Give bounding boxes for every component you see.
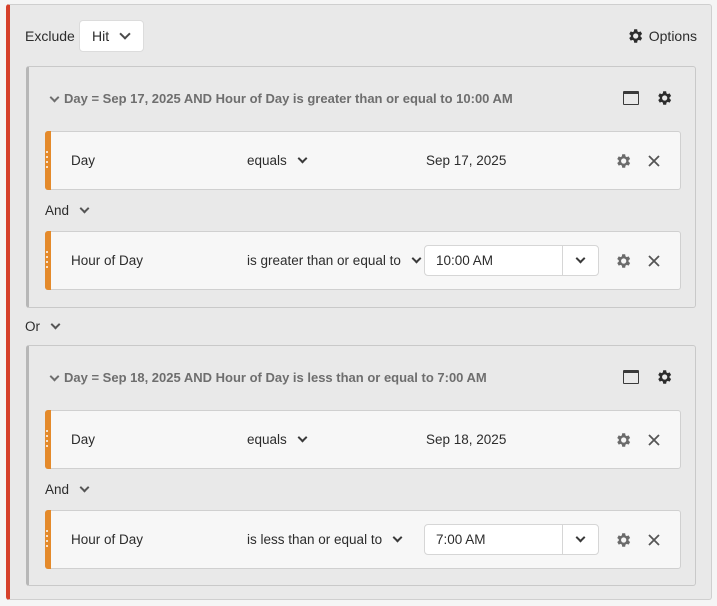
value-dropdown-button[interactable] (562, 246, 598, 275)
gear-icon[interactable] (614, 431, 632, 449)
rule-row: Day equals Sep 17, 2025 (45, 131, 681, 190)
operator-dropdown[interactable]: is greater than or equal to (247, 253, 422, 268)
and-label: And (45, 482, 70, 497)
gear-icon[interactable] (614, 152, 632, 170)
rule-dimension: Hour of Day (71, 532, 144, 547)
gear-icon[interactable] (655, 368, 673, 386)
and-conjunction-dropdown[interactable]: And (45, 482, 90, 497)
chevron-down-icon (297, 432, 308, 443)
scope-dropdown[interactable]: Hit (79, 20, 144, 52)
scope-dropdown-value: Hit (92, 28, 110, 44)
value-input[interactable]: 7:00 AM (425, 532, 562, 547)
close-icon[interactable] (646, 253, 662, 269)
value-combobox[interactable]: 10:00 AM (424, 245, 599, 276)
drag-handle[interactable] (45, 510, 51, 569)
chevron-down-icon (392, 532, 403, 543)
rule-row: Day equals Sep 18, 2025 (45, 410, 681, 469)
rule-dimension: Day (71, 432, 96, 447)
chevron-down-icon[interactable] (49, 371, 60, 381)
rule-value[interactable]: Sep 18, 2025 (426, 432, 506, 447)
rule-dimension: Hour of Day (71, 253, 144, 268)
or-label: Or (25, 319, 40, 334)
segment-definition-panel: Exclude Hit Options Day = Sep 17, 2025 A… (6, 4, 712, 600)
chevron-down-icon (297, 153, 308, 164)
container-title: Day = Sep 17, 2025 AND Hour of Day is gr… (64, 91, 513, 106)
chevron-down-icon (575, 253, 586, 264)
drag-handle[interactable] (45, 131, 51, 190)
close-icon[interactable] (646, 153, 662, 169)
rule-dimension: Day (71, 153, 96, 168)
chevron-down-icon[interactable] (49, 92, 60, 102)
rule-value[interactable]: Sep 17, 2025 (426, 153, 506, 168)
options-button[interactable]: Options (626, 27, 697, 45)
drag-handle[interactable] (45, 410, 51, 469)
container-2-header[interactable]: Day = Sep 18, 2025 AND Hour of Day is le… (49, 370, 487, 385)
value-dropdown-button[interactable] (562, 525, 598, 554)
and-label: And (45, 203, 70, 218)
drag-handle[interactable] (45, 231, 51, 290)
operator-label: is less than or equal to (247, 532, 383, 547)
gear-icon[interactable] (614, 531, 632, 549)
chevron-down-icon (50, 319, 61, 330)
and-conjunction-dropdown[interactable]: And (45, 203, 90, 218)
operator-label: equals (247, 432, 287, 447)
window-icon[interactable] (623, 91, 639, 105)
options-label: Options (648, 28, 697, 44)
rule-row: Hour of Day is less than or equal to 7:0… (45, 510, 681, 569)
chevron-down-icon (79, 482, 90, 493)
operator-dropdown[interactable]: is less than or equal to (247, 532, 403, 547)
rule-row: Hour of Day is greater than or equal to … (45, 231, 681, 290)
exclude-label: Exclude (25, 28, 75, 44)
value-input[interactable]: 10:00 AM (425, 253, 562, 268)
chevron-down-icon (79, 203, 90, 214)
container-1-header[interactable]: Day = Sep 17, 2025 AND Hour of Day is gr… (49, 91, 513, 106)
container-2: Day = Sep 18, 2025 AND Hour of Day is le… (26, 345, 696, 586)
chevron-down-icon (411, 253, 422, 264)
chevron-down-icon (119, 28, 131, 40)
close-icon[interactable] (646, 532, 662, 548)
operator-dropdown[interactable]: equals (247, 153, 308, 168)
value-combobox[interactable]: 7:00 AM (424, 524, 599, 555)
gear-icon (626, 27, 644, 45)
chevron-down-icon (575, 532, 586, 543)
gear-icon[interactable] (614, 252, 632, 270)
gear-icon[interactable] (655, 89, 673, 107)
operator-dropdown[interactable]: equals (247, 432, 308, 447)
close-icon[interactable] (646, 432, 662, 448)
container-1: Day = Sep 17, 2025 AND Hour of Day is gr… (26, 66, 696, 308)
or-conjunction-dropdown[interactable]: Or (25, 319, 61, 334)
operator-label: equals (247, 153, 287, 168)
container-title: Day = Sep 18, 2025 AND Hour of Day is le… (64, 370, 487, 385)
window-icon[interactable] (623, 370, 639, 384)
operator-label: is greater than or equal to (247, 253, 401, 268)
